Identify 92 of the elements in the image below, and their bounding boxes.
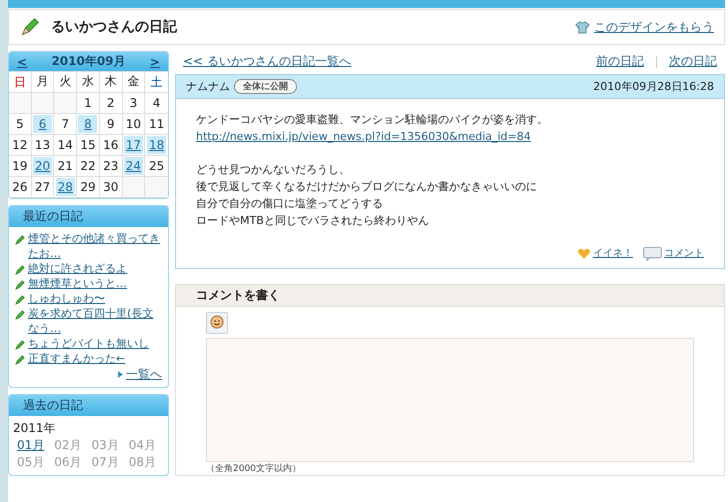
triangle-icon xyxy=(118,371,123,378)
month-label: 07月 xyxy=(92,454,120,471)
recent-diary-link[interactable]: 絶対に許されざるよ xyxy=(28,261,127,276)
diary-list-link[interactable]: << るいかつさんの日記一覧へ xyxy=(183,53,351,70)
heart-icon xyxy=(577,247,591,260)
pencil-icon xyxy=(19,16,41,38)
calendar-day: 14 xyxy=(56,136,75,154)
calendar-day-link[interactable]: 24 xyxy=(124,157,143,175)
calendar-day-link[interactable]: 8 xyxy=(78,115,98,133)
entry-text-line: ロードやMTBと同じでバラされたら終わりやん xyxy=(196,213,430,229)
calendar-day-link[interactable]: 28 xyxy=(56,178,75,196)
next-month-link[interactable]: > xyxy=(150,54,160,68)
calendar-day: 11 xyxy=(147,115,166,133)
calendar-day-link[interactable]: 6 xyxy=(33,115,52,133)
calendar-day: 23 xyxy=(101,157,120,175)
calendar-day-link[interactable]: 17 xyxy=(124,136,143,154)
recent-diary-link[interactable]: 正直すまんかった← xyxy=(28,351,126,366)
calendar-day: 10 xyxy=(124,115,143,133)
calendar-day: 13 xyxy=(33,136,52,154)
weekday-label: 火 xyxy=(59,74,72,88)
pencil-icon xyxy=(15,294,26,305)
pencil-icon xyxy=(15,354,26,365)
weekday-label: 土 xyxy=(150,74,163,90)
calendar-day: 5 xyxy=(10,115,30,133)
calendar-day: 4 xyxy=(147,94,166,112)
emoji-button[interactable] xyxy=(206,312,228,334)
recent-diary-link[interactable]: 無煙煙草というと… xyxy=(28,276,127,291)
calendar-day: 27 xyxy=(33,178,52,196)
panel-title: 過去の日記 xyxy=(23,398,83,412)
entry-text-line: どうせ見つかんないだろうし、 xyxy=(196,162,351,178)
weekday-label: 日 xyxy=(14,74,26,90)
panel-title: 最近の日記 xyxy=(23,209,83,223)
year-label: 2011年 xyxy=(12,420,57,437)
visibility-badge: 全体に公開 xyxy=(234,79,297,94)
month-label: 08月 xyxy=(128,454,158,471)
weekday-label: 木 xyxy=(104,74,117,88)
news-link[interactable]: http://news.mixi.jp/view_news.pl?id=1356030&media_id=84 xyxy=(196,130,531,143)
weekday-label: 水 xyxy=(82,74,94,88)
recent-diary-link[interactable]: しゅわしゅわ〜 xyxy=(28,291,105,306)
previous-diary-link[interactable]: 前の日記 xyxy=(596,53,644,70)
calendar-day-link[interactable]: 18 xyxy=(147,136,166,154)
calendar-day: 2 xyxy=(101,94,120,112)
month-label: 05月 xyxy=(17,454,46,471)
diary-list-link[interactable]: 一覧へ xyxy=(126,366,162,383)
calendar-day: 21 xyxy=(56,157,75,175)
calendar-day: 22 xyxy=(78,157,98,175)
calendar-day: 3 xyxy=(124,94,143,112)
recent-diary-link[interactable]: 煙管とその他諸々買ってきたお… xyxy=(28,231,164,261)
comment-link[interactable]: コメント xyxy=(664,245,704,262)
comment-input-field[interactable] xyxy=(206,338,694,462)
recent-diary-link[interactable]: ちょうどバイトも無いし xyxy=(28,336,149,351)
entry-text-line: 後で見返して辛くなるだけだからブログになんか書かなきゃいいのに xyxy=(196,179,538,195)
next-diary-link[interactable]: 次の日記 xyxy=(669,53,717,70)
calendar-day: 26 xyxy=(10,178,30,196)
month-label: 03月 xyxy=(92,437,120,454)
calendar-day: 29 xyxy=(78,178,98,196)
calendar-day: 19 xyxy=(10,157,30,175)
entry-title: ナムナム xyxy=(186,79,230,94)
calendar-day: 12 xyxy=(10,136,30,154)
month-label: 04月 xyxy=(128,437,158,454)
calendar-day: 30 xyxy=(101,178,120,196)
calendar-day: 9 xyxy=(101,115,120,133)
diary-title: るいかつさんの日記 xyxy=(51,18,177,36)
speech-bubble-icon xyxy=(643,246,662,260)
month-label: 02月 xyxy=(54,437,83,454)
calendar-day: 15 xyxy=(78,136,98,154)
weekday-label: 月 xyxy=(36,74,49,88)
comment-form-title: コメントを書く xyxy=(196,288,280,302)
previous-month-link[interactable]: < xyxy=(17,54,28,68)
character-limit-note: （全角2000文字以内） xyxy=(206,462,302,475)
calendar-day: 25 xyxy=(147,157,166,175)
recent-diary-link[interactable]: 炭を求めて百四十里(長文なう… xyxy=(28,306,164,336)
calendar-month: 2010年09月 xyxy=(51,53,126,70)
like-link[interactable]: イイネ！ xyxy=(593,245,633,262)
calendar-day: 1 xyxy=(78,94,98,112)
calendar-day-link[interactable]: 20 xyxy=(33,157,52,175)
pencil-icon xyxy=(15,264,26,275)
entry-date: 2010年09月28日16:28 xyxy=(593,79,714,94)
weekday-label: 金 xyxy=(127,74,140,88)
entry-text-line: ケンドーコバヤシの愛車盗難、マンション駐輪場のバイクが姿を消す。 xyxy=(196,112,549,128)
month-link[interactable]: 01月 xyxy=(17,437,54,454)
calendar-day: 7 xyxy=(56,115,75,133)
pencil-icon xyxy=(15,339,26,350)
month-label: 06月 xyxy=(54,454,83,471)
shirt-icon xyxy=(575,20,590,34)
pencil-icon xyxy=(15,279,26,290)
smiley-icon xyxy=(210,314,224,328)
get-design-link[interactable]: このデザインをもらう xyxy=(594,18,714,36)
entry-text-line: 自分で自分の傷口に塩塗ってどうする xyxy=(196,196,384,212)
pencil-icon xyxy=(15,234,26,245)
calendar-day: 16 xyxy=(101,136,120,154)
pencil-icon xyxy=(15,309,26,320)
